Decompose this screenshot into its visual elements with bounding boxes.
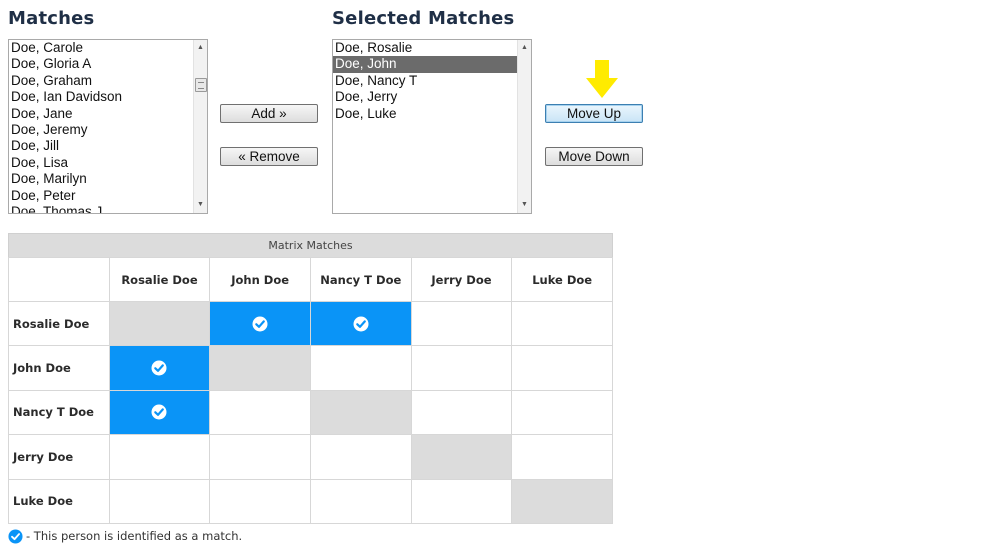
matches-listbox[interactable]: Doe, Carole Doe, Gloria A Doe, Graham Doe, … <box>8 39 208 214</box>
legend: - This person is identified as a match. <box>8 528 242 544</box>
check-circle-icon <box>353 316 369 332</box>
list-item[interactable]: Doe, Lisa <box>9 155 193 171</box>
matrix-cell[interactable] <box>511 345 613 391</box>
table-row: Nancy T Doe <box>8 389 613 436</box>
legend-text: - This person is identified as a match. <box>26 529 243 543</box>
matrix-row-header: John Doe <box>8 345 110 391</box>
add-button[interactable]: Add » <box>220 104 318 123</box>
matrix-row-header: Nancy T Doe <box>8 389 110 436</box>
matrix-table: Rosalie Doe John Doe Nancy T Doe Jerry Doe L… <box>8 257 613 524</box>
matrix-cell[interactable] <box>209 434 311 480</box>
matrix-header-row: Rosalie Doe John Doe Nancy T Doe Jerry Doe L… <box>8 257 613 302</box>
list-item[interactable]: Doe, Graham <box>9 73 193 89</box>
matrix-cell[interactable] <box>209 478 311 524</box>
matrix-column-header: Rosalie Doe <box>108 257 211 302</box>
check-circle-icon <box>151 360 167 376</box>
matrix-cell[interactable] <box>410 345 513 391</box>
list-item[interactable]: Doe, Ian Davidson <box>9 89 193 105</box>
matrix-self-cell <box>209 345 311 391</box>
matrix-body: Rosalie Doe John Doe Nancy T Doe Jerry Doe L… <box>8 300 613 524</box>
matrix-row-header: Luke Doe <box>8 478 110 524</box>
remove-button[interactable]: « Remove <box>220 147 318 166</box>
matrix-column-header: Jerry Doe <box>410 257 513 302</box>
scroll-down-icon[interactable]: ▼ <box>194 199 207 211</box>
matrix-corner-cell <box>8 257 110 302</box>
matrix-row-header: Jerry Doe <box>8 434 110 480</box>
matrix-cell[interactable] <box>108 478 211 524</box>
move-down-button[interactable]: Move Down <box>545 147 643 166</box>
matrix-match-cell[interactable] <box>108 345 211 391</box>
list-item[interactable]: Doe, Jane <box>9 106 193 122</box>
matrix-cell[interactable] <box>410 478 513 524</box>
matrix-match-cell[interactable] <box>309 300 412 347</box>
table-row: Luke Doe <box>8 478 613 524</box>
matrix-self-cell <box>309 389 412 436</box>
match-manager-page: Matches Selected Matches Doe, Carole Doe,… <box>0 0 1000 554</box>
matrix-self-cell <box>511 478 613 524</box>
list-item[interactable]: Doe, Jill <box>9 138 193 154</box>
list-item[interactable]: Doe, Luke <box>333 106 517 122</box>
list-item[interactable]: Doe, John <box>333 56 517 73</box>
matrix-cell[interactable] <box>410 300 513 347</box>
matrix-cell[interactable] <box>511 300 613 347</box>
scroll-up-icon[interactable]: ▲ <box>194 42 207 54</box>
list-item[interactable]: Doe, Jerry <box>333 89 517 105</box>
matrix-match-cell[interactable] <box>209 300 311 347</box>
move-up-button[interactable]: Move Up <box>545 104 643 123</box>
matrix-row-header: Rosalie Doe <box>8 300 110 347</box>
matrix-self-cell <box>108 300 211 347</box>
matrix-matches: Matrix Matches Rosalie Doe John Doe Nancy … <box>8 233 613 524</box>
selected-matches-title: Selected Matches <box>332 8 515 29</box>
matrix-caption: Matrix Matches <box>8 233 613 257</box>
selected-scrollbar[interactable]: ▲ ▼ <box>517 40 531 213</box>
matrix-cell[interactable] <box>209 389 311 436</box>
matrix-cell[interactable] <box>410 389 513 436</box>
table-row: Jerry Doe <box>8 434 613 480</box>
scroll-down-icon[interactable]: ▼ <box>518 199 531 211</box>
matrix-match-cell[interactable] <box>108 389 211 436</box>
matches-scrollbar[interactable]: ▲ ▼ <box>193 40 207 213</box>
matrix-column-header: Nancy T Doe <box>309 257 412 302</box>
table-row: Rosalie Doe <box>8 300 613 347</box>
list-item[interactable]: Doe, Nancy T <box>333 73 517 89</box>
list-item[interactable]: Doe, Gloria A <box>9 56 193 72</box>
matches-title: Matches <box>8 8 95 29</box>
check-circle-icon <box>8 528 23 544</box>
list-item[interactable]: Doe, Peter <box>9 188 193 204</box>
matrix-cell[interactable] <box>309 345 412 391</box>
arrow-down-icon <box>586 60 618 98</box>
selected-matches-listbox[interactable]: Doe, Rosalie Doe, John Doe, Nancy T Doe, Je… <box>332 39 532 214</box>
list-item[interactable]: Doe, Jeremy <box>9 122 193 138</box>
matrix-cell[interactable] <box>108 434 211 480</box>
matrix-column-header: John Doe <box>209 257 311 302</box>
check-circle-icon <box>252 316 268 332</box>
selected-list-items: Doe, Rosalie Doe, John Doe, Nancy T Doe, Je… <box>333 40 517 122</box>
matrix-self-cell <box>410 434 513 480</box>
list-item[interactable]: Doe, Thomas J <box>9 204 193 213</box>
matrix-cell[interactable] <box>511 389 613 436</box>
matrix-column-header: Luke Doe <box>511 257 613 302</box>
list-item[interactable]: Doe, Carole <box>9 40 193 56</box>
matrix-cell[interactable] <box>511 434 613 480</box>
check-circle-icon <box>151 404 167 420</box>
scroll-thumb[interactable] <box>195 78 207 92</box>
list-item[interactable]: Doe, Marilyn <box>9 171 193 187</box>
matches-list-items: Doe, Carole Doe, Gloria A Doe, Graham Doe, … <box>9 40 193 213</box>
matrix-cell[interactable] <box>309 434 412 480</box>
table-row: John Doe <box>8 345 613 391</box>
scroll-up-icon[interactable]: ▲ <box>518 42 531 54</box>
list-item[interactable]: Doe, Rosalie <box>333 40 517 56</box>
matrix-cell[interactable] <box>309 478 412 524</box>
